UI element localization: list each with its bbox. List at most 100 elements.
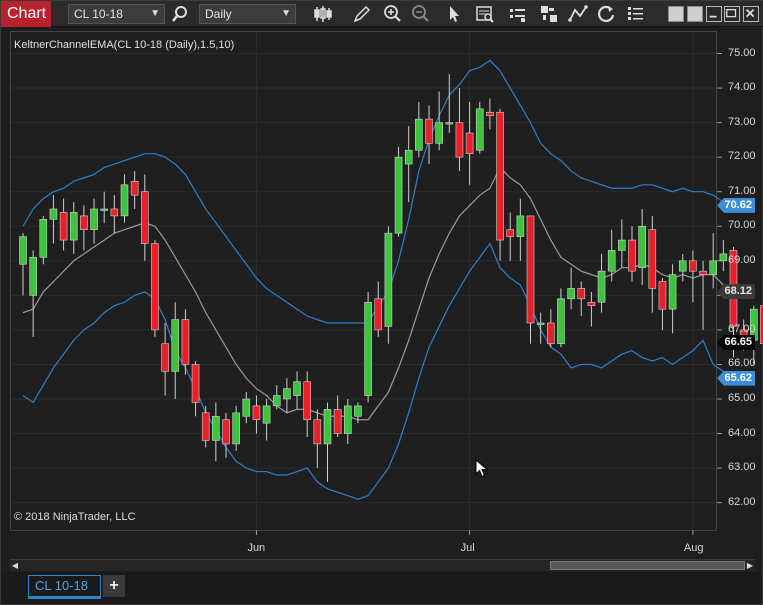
candle-up <box>719 253 728 262</box>
candle-up <box>557 298 565 345</box>
price-tick-label: 75.00 <box>728 46 756 59</box>
candle-down <box>699 270 707 275</box>
price-tick-label: 71.00 <box>728 184 756 197</box>
price-marker-badge: 66.65 <box>717 334 755 350</box>
price-tick-label: 63.00 <box>728 461 756 474</box>
date-tick-label: Jun <box>247 542 266 554</box>
candle-down <box>658 281 667 310</box>
candle-up <box>536 322 545 325</box>
candle-down <box>455 122 464 158</box>
candle-up <box>607 250 616 272</box>
candle-down <box>374 298 383 331</box>
candle-down <box>59 212 68 241</box>
candle-up <box>364 301 372 396</box>
price-tick-label: 65.00 <box>728 392 756 404</box>
candle-up <box>668 274 677 310</box>
candle-up <box>283 388 291 400</box>
candle-down <box>181 319 190 365</box>
candle-down <box>546 322 555 345</box>
candle-down <box>110 208 119 217</box>
price-tick-label: 74.00 <box>728 81 756 94</box>
candle-down <box>141 191 149 244</box>
candle-up <box>597 270 606 303</box>
candle-down <box>506 229 515 237</box>
price-marker-badge: 68.12 <box>717 284 755 300</box>
price-tick-label: 73.00 <box>728 115 756 128</box>
candle-up <box>323 409 332 445</box>
candle-up <box>435 122 443 144</box>
candle-up <box>678 260 687 272</box>
candle-up <box>39 219 48 258</box>
candle-down <box>465 132 474 154</box>
candle-up <box>618 239 626 251</box>
candle-down <box>648 229 657 289</box>
price-chart <box>11 32 763 535</box>
price-tick-label: 67.00 <box>728 322 756 335</box>
price-marker-badge: 65.62 <box>717 370 755 386</box>
candle-up <box>212 415 220 441</box>
candle-up <box>49 208 58 220</box>
candle-up <box>293 381 301 396</box>
candle-down <box>628 239 636 272</box>
candle-up <box>232 412 240 445</box>
indicator-label: KeltnerChannelEMA(CL 10-18 (Daily),1.5,1… <box>14 39 235 51</box>
tab-bar: CL 10-18 + <box>1 572 762 604</box>
candle-down <box>425 118 433 144</box>
candle-down <box>486 111 494 116</box>
candle-up <box>171 319 180 372</box>
price-marker-badge: 70.62 <box>717 197 755 213</box>
candle-up <box>709 260 718 275</box>
tab-cl-10-18[interactable]: CL 10-18 <box>28 575 101 599</box>
mouse-cursor-icon <box>475 459 489 478</box>
price-tick-label: 70.00 <box>728 219 756 232</box>
candle-down <box>303 381 312 421</box>
candle-down <box>333 409 342 434</box>
candle-down <box>201 412 210 441</box>
candle-down <box>222 419 230 445</box>
scroll-thumb[interactable] <box>550 561 745 570</box>
candle-up <box>19 236 27 265</box>
candle-up <box>567 288 575 300</box>
candle-up <box>69 212 78 241</box>
add-tab-button[interactable]: + <box>103 575 125 597</box>
candle-down <box>151 243 159 331</box>
candle-up <box>404 149 413 165</box>
candle-up <box>29 257 37 296</box>
candle-up <box>272 395 281 407</box>
candle-up <box>120 184 129 217</box>
candle-up <box>262 405 271 424</box>
scroll-right-arrow-icon[interactable]: ▶ <box>745 560 755 571</box>
candle-down <box>161 343 169 372</box>
candle-up <box>242 398 251 417</box>
candle-down <box>252 405 261 421</box>
chart-window: Chart CL 10-18 ▼ Daily ▼ KeltnerChannelE… <box>0 0 763 605</box>
candle-up <box>445 122 454 125</box>
candle-up <box>100 208 108 211</box>
copyright-notice: © 2018 NinjaTrader, LLC <box>14 511 136 523</box>
candle-up <box>394 156 403 234</box>
price-tick-label: 62.00 <box>728 495 756 508</box>
candle-up <box>384 232 393 327</box>
candle-down <box>689 260 697 272</box>
date-tick-label: Jul <box>460 542 475 554</box>
candle-up <box>516 215 525 237</box>
scroll-left-arrow-icon[interactable]: ◀ <box>10 560 20 571</box>
candle-up <box>638 225 646 269</box>
price-tick-label: 72.00 <box>728 150 756 163</box>
candle-down <box>191 364 200 403</box>
candle-down <box>313 419 322 445</box>
candle-up <box>343 405 352 434</box>
price-tick-label: 69.00 <box>728 253 756 266</box>
candle-down <box>526 215 535 324</box>
candle-down <box>587 301 596 307</box>
price-tick-label: 66.00 <box>728 357 756 370</box>
price-tick-label: 64.00 <box>728 426 756 439</box>
horizontal-scrollbar[interactable]: ◀ ▶ <box>10 559 755 571</box>
candle-up <box>90 208 98 231</box>
candle-down <box>577 288 586 300</box>
candle-down <box>496 111 504 241</box>
candle-up <box>415 118 423 151</box>
candle-up <box>354 405 362 417</box>
candle-down <box>130 181 139 196</box>
candle-down <box>80 215 88 231</box>
